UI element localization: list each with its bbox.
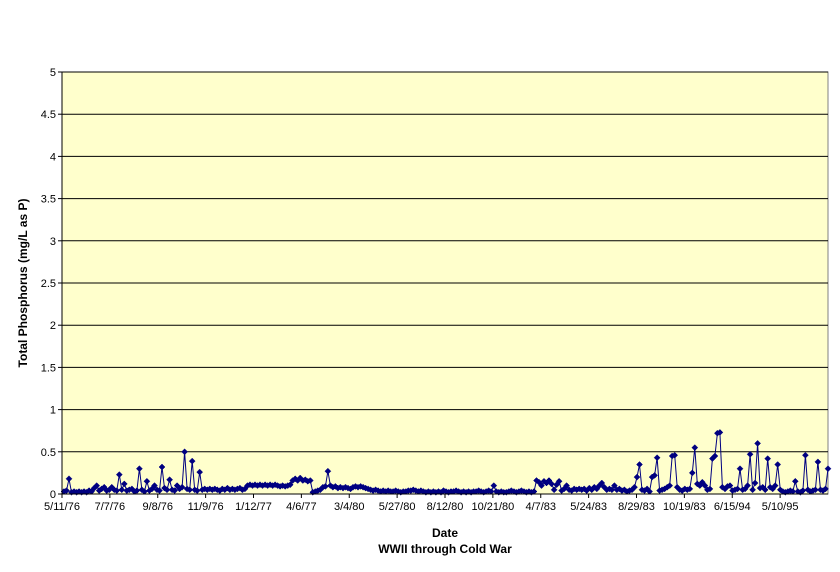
x-axis-title: Date	[432, 526, 458, 540]
y-axis-ticks: 0 0.5 1 1.5 2 2.5 3 3.5 4 4.5 5	[41, 67, 62, 501]
x-tick-label: 8/29/83	[618, 501, 655, 513]
chart-subtitle: WWII through Cold War	[378, 542, 512, 556]
y-tick-label: 0.5	[41, 447, 56, 459]
x-tick-label: 11/9/76	[188, 501, 224, 513]
x-tick-label: 7/7/76	[95, 501, 126, 513]
x-tick-label: 5/27/80	[379, 501, 416, 513]
y-tick-label: 0	[50, 489, 56, 501]
x-tick-label: 8/12/80	[427, 501, 464, 513]
x-tick-label: 4/6/77	[286, 501, 317, 513]
x-tick-label: 4/7/83	[525, 501, 556, 513]
y-tick-label: 2	[50, 320, 56, 332]
x-tick-label: 1/12/77	[235, 501, 272, 513]
x-axis-ticks: 5/11/76 7/7/76 9/8/76 11/9/76 1/12/77 4/6/77 3…	[44, 494, 798, 513]
x-tick-label: 6/15/94	[714, 501, 751, 513]
x-tick-label: 10/19/83	[663, 501, 706, 513]
x-tick-label: 5/11/76	[44, 501, 80, 513]
x-tick-label: 9/8/76	[142, 501, 173, 513]
y-tick-label: 5	[50, 67, 56, 79]
x-tick-label: 10/21/80	[471, 501, 514, 513]
x-tick-label: 5/24/83	[570, 501, 607, 513]
y-tick-label: 1.5	[41, 362, 56, 374]
x-tick-label: 3/4/80	[334, 501, 365, 513]
x-tick-label: 5/10/95	[762, 501, 799, 513]
y-tick-label: 4.5	[41, 109, 56, 121]
y-tick-label: 1	[50, 405, 56, 417]
y-tick-label: 2.5	[41, 278, 56, 290]
y-tick-label: 4	[50, 151, 56, 163]
chart: 0 0.5 1 1.5 2 2.5 3 3.5 4 4.5 5 5/11/76 7/7/76 9/8/7…	[16, 67, 832, 556]
y-tick-label: 3.5	[41, 194, 56, 206]
y-tick-label: 3	[50, 236, 56, 248]
y-axis-title: Total Phosphorus (mg/L as P)	[16, 199, 30, 368]
